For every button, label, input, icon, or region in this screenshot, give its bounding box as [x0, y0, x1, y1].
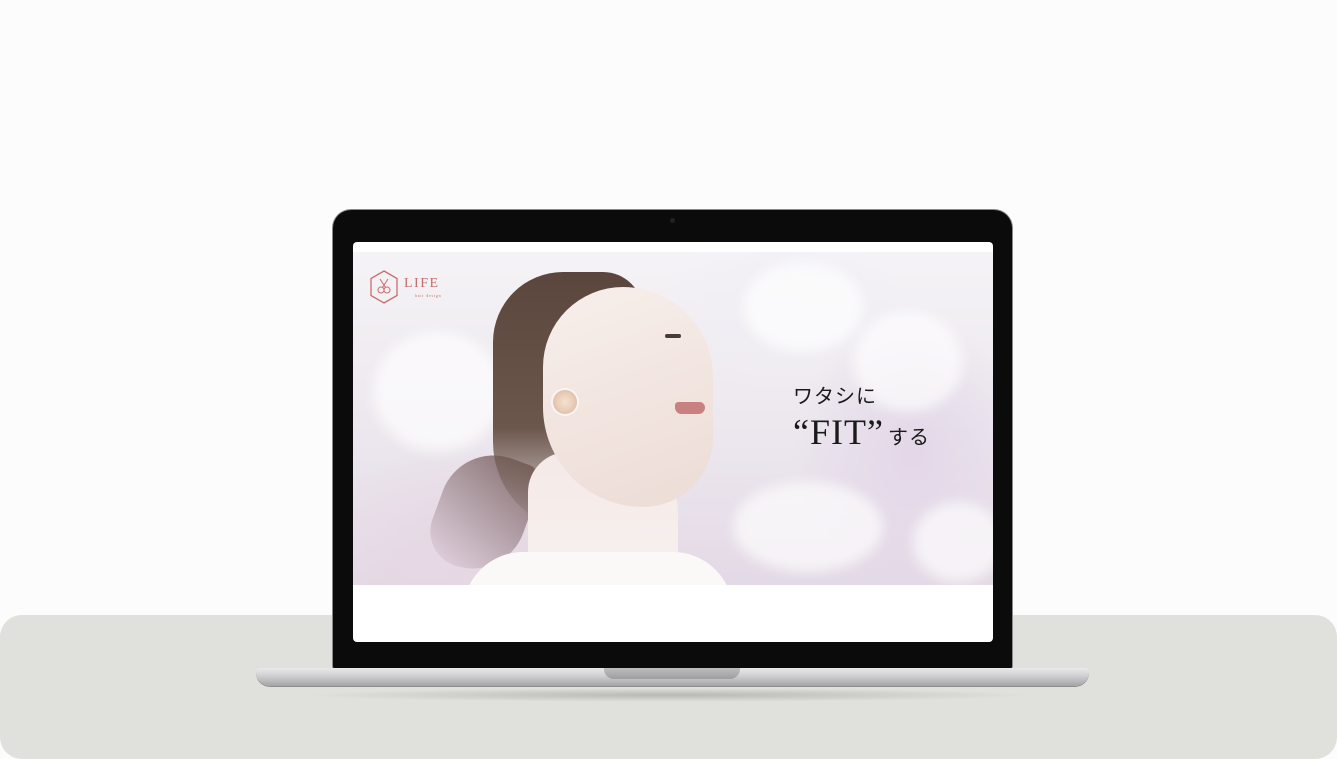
blossom-blur: [743, 262, 863, 352]
eye: [665, 334, 681, 338]
mockup-stage: LIFE hair design ワタシに “FIT” する: [0, 0, 1337, 759]
tagline-line1: ワタシに: [793, 386, 877, 408]
logo-text: LIFE hair design: [404, 275, 442, 298]
logo-subtitle: hair design: [415, 292, 442, 298]
blossom-blur: [913, 502, 993, 582]
laptop-opening-notch: [604, 668, 740, 679]
shoulder: [463, 552, 733, 585]
tagline-line2: “FIT” する: [793, 411, 930, 453]
logo-name: LIFE: [404, 275, 440, 291]
blossom-blur: [733, 482, 883, 572]
flower-earring: [553, 390, 577, 414]
tagline-suffix: する: [887, 427, 930, 449]
site-logo[interactable]: LIFE hair design: [369, 270, 441, 304]
tagline-fit: “FIT”: [793, 412, 884, 452]
laptop-shadow: [300, 688, 1037, 702]
laptop-lid: LIFE hair design ワタシに “FIT” する: [333, 210, 1012, 670]
blossom-blur: [373, 332, 503, 452]
hexagon-scissors-icon: [370, 270, 398, 304]
webcam-icon: [670, 218, 675, 223]
hero-tagline: ワタシに “FIT” する: [793, 380, 930, 453]
hero-image: LIFE hair design ワタシに “FIT” する: [353, 252, 993, 585]
laptop-screen: LIFE hair design ワタシに “FIT” する: [353, 242, 993, 642]
lips: [675, 402, 705, 414]
